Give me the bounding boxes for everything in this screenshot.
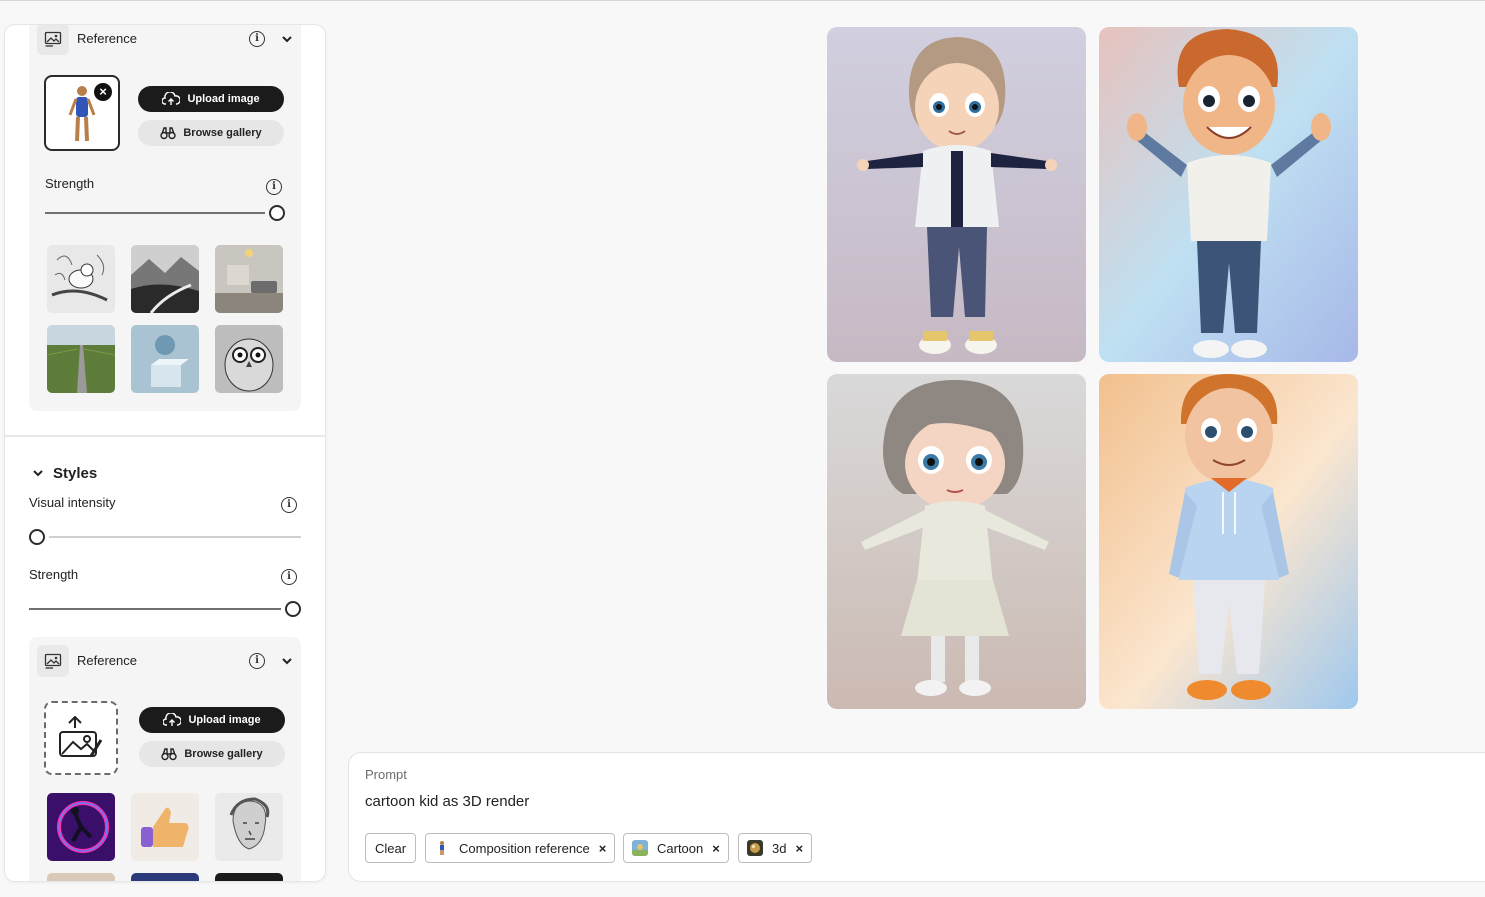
chip-cartoon[interactable]: Cartoon × [623,833,729,863]
upload-image-button[interactable]: Upload image [138,86,284,112]
browse-gallery-button[interactable]: Browse gallery [139,741,285,767]
binoculars-icon [161,748,178,761]
partial-thumbnail[interactable] [131,873,199,881]
reference-title: Reference [77,31,137,46]
close-icon[interactable]: × [599,841,607,856]
mountain-landscape-thumbnail[interactable] [131,245,199,313]
cartoon-style-icon [632,840,648,856]
prompt-input[interactable]: cartoon kid as 3D render [365,793,529,810]
info-icon[interactable]: i [266,179,282,195]
selected-reference-thumbnail[interactable]: × [44,75,120,151]
chevron-down-icon[interactable] [281,33,293,45]
prompt-label: Prompt [365,767,407,782]
strength-label: Strength [45,176,95,191]
styles-section-title[interactable]: Styles [53,465,97,482]
styles-strength-slider-track[interactable] [29,608,281,610]
styles-strength-label: Strength [29,567,79,582]
info-icon[interactable]: i [249,31,265,47]
partial-thumbnail[interactable] [47,873,115,881]
sphere-cube-thumbnail[interactable] [131,325,199,393]
reference-image-icon [37,645,69,677]
upload-image-label: Upload image [188,714,261,726]
chevron-down-icon[interactable] [281,655,293,667]
3d-style-icon [747,840,763,856]
visual-intensity-slider-handle[interactable] [29,529,45,545]
reference-header[interactable]: Reference i [37,25,293,55]
cloud-upload-icon [162,92,181,105]
strength-slider-track[interactable] [45,212,265,214]
info-icon[interactable]: i [249,653,265,669]
chip-label: Cartoon [657,840,704,856]
close-icon[interactable]: × [712,841,720,856]
chip-label: Composition reference [459,840,590,856]
cloud-upload-icon [163,713,182,726]
browse-gallery-button[interactable]: Browse gallery [138,120,284,146]
prompt-bar: Prompt cartoon kid as 3D render Clear Co… [349,753,1485,881]
browse-gallery-label: Browse gallery [184,748,263,760]
info-icon[interactable]: i [281,497,297,513]
road-field-thumbnail[interactable] [47,325,115,393]
visual-intensity-label: Visual intensity [29,495,116,510]
partial-thumbnail[interactable] [215,873,283,881]
generated-image-1[interactable] [827,27,1086,362]
upload-dropzone[interactable] [44,701,118,775]
visual-intensity-slider-track[interactable] [49,536,301,538]
bird-sketch-thumbnail[interactable] [47,245,115,313]
generated-image-2[interactable] [1099,27,1358,362]
remove-reference-button[interactable]: × [94,83,112,101]
close-icon[interactable]: × [795,841,803,856]
section-divider [5,435,325,437]
strength-slider-handle[interactable] [269,205,285,221]
info-icon[interactable]: i [281,569,297,585]
chip-composition-reference[interactable]: Composition reference × [425,833,616,863]
thumbs-up-thumbnail[interactable] [131,793,199,861]
owl-sketch-thumbnail[interactable] [215,325,283,393]
chip-3d[interactable]: 3d × [738,833,813,863]
living-room-thumbnail[interactable] [215,245,283,313]
generated-image-4[interactable] [1099,374,1358,709]
clear-button[interactable]: Clear [365,833,416,863]
reference-header[interactable]: Reference i [37,645,293,677]
styles-strength-slider-handle[interactable] [285,601,301,617]
settings-panel: Reference i × Upload image Browse galler… [5,25,325,881]
browse-gallery-label: Browse gallery [183,127,262,139]
reference-card-top: Reference i × Upload image Browse galler… [29,25,301,411]
image-upload-icon [59,716,103,757]
reference-card-bottom: Reference i Upload image Browse gallery [29,637,301,881]
neon-figure-thumbnail[interactable] [47,793,115,861]
chevron-down-icon[interactable] [32,467,44,479]
figure-icon [434,840,450,856]
reference-title: Reference [77,653,137,668]
binoculars-icon [160,127,177,140]
reference-image-icon [37,25,69,55]
statue-portrait-thumbnail[interactable] [215,793,283,861]
chip-label: 3d [772,840,787,856]
clear-label: Clear [374,840,407,856]
upload-image-label: Upload image [187,93,260,105]
generated-image-3[interactable] [827,374,1086,709]
upload-image-button[interactable]: Upload image [139,707,285,733]
top-border [0,0,1485,1]
